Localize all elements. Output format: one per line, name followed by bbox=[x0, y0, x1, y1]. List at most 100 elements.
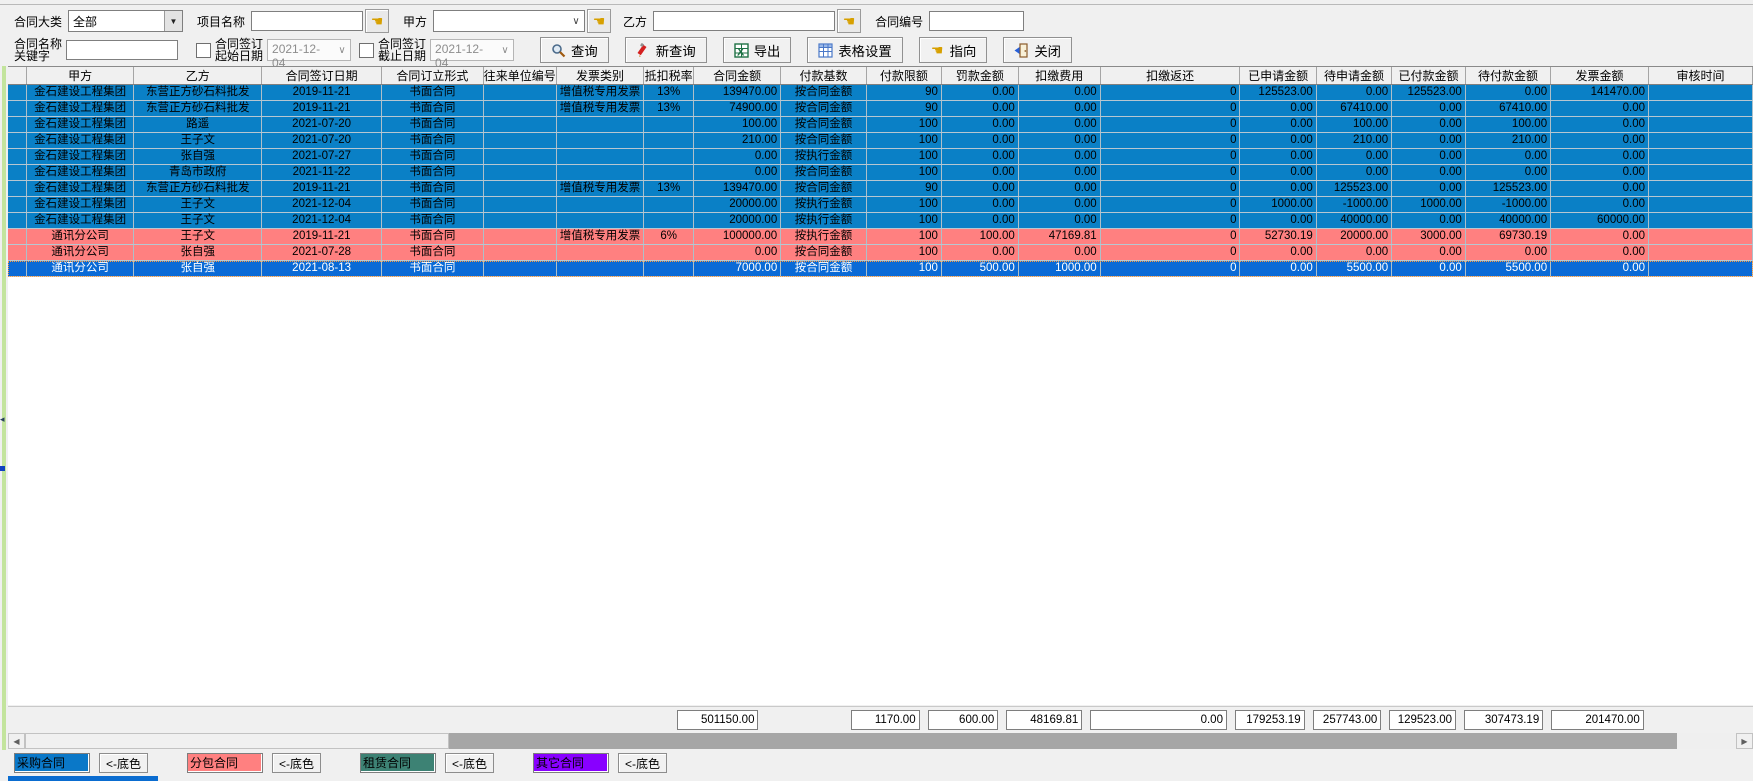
contract-category-dropdown[interactable]: 全部 ▼ bbox=[68, 10, 183, 32]
cell: 60000.00 bbox=[1551, 213, 1649, 229]
column-header[interactable]: 往来单位编号 bbox=[483, 67, 556, 85]
keyword-input[interactable] bbox=[66, 40, 178, 60]
cell: 2021-07-20 bbox=[262, 133, 382, 149]
cell bbox=[556, 117, 644, 133]
scrollbar-thumb[interactable] bbox=[25, 733, 449, 749]
scrollbar-track[interactable] bbox=[449, 733, 1677, 749]
cell: 210.00 bbox=[694, 133, 781, 149]
contract-no-label: 合同编号 bbox=[875, 13, 923, 30]
splitter-collapse-arrow-icon[interactable]: ◂ bbox=[0, 414, 5, 425]
cell: 5500.00 bbox=[1465, 261, 1550, 277]
export-button[interactable]: X 导出 bbox=[723, 37, 792, 63]
cell: 0.00 bbox=[1316, 149, 1391, 165]
table-row[interactable]: 金石建设工程集团王子文2021-07-20书面合同210.00按合同金额1000… bbox=[8, 133, 1753, 149]
cell bbox=[644, 245, 694, 261]
legend-swatch: 租赁合同 bbox=[360, 753, 436, 773]
column-header[interactable]: 扣缴费用 bbox=[1018, 67, 1100, 85]
column-header[interactable]: 待申请金额 bbox=[1316, 67, 1391, 85]
cell: 0.00 bbox=[1392, 149, 1466, 165]
cell: 100 bbox=[866, 261, 941, 277]
cell bbox=[1649, 245, 1753, 261]
column-header[interactable]: 合同金额 bbox=[694, 67, 781, 85]
table-row[interactable]: 金石建设工程集团王子文2021-12-04书面合同20000.00按执行金额10… bbox=[8, 197, 1753, 213]
taskbar-fragment bbox=[8, 776, 158, 781]
end-date-combobox[interactable]: 2021-12-04 ∨ bbox=[430, 39, 514, 61]
column-header[interactable]: 发票类别 bbox=[556, 67, 644, 85]
total-box: 0.00 bbox=[1090, 710, 1227, 730]
party-b-input[interactable] bbox=[653, 11, 835, 31]
left-splitter-bar[interactable] bbox=[2, 66, 6, 750]
column-header[interactable]: 付款基数 bbox=[781, 67, 867, 85]
table-row[interactable]: 通讯分公司张自强2021-08-13书面合同7000.00按合同金额100500… bbox=[8, 261, 1753, 277]
query-button[interactable]: 查询 bbox=[540, 37, 609, 63]
scrollbar-track-end[interactable] bbox=[1677, 733, 1736, 749]
column-header[interactable]: 发票金额 bbox=[1551, 67, 1649, 85]
chevron-down-icon[interactable]: ∨ bbox=[334, 40, 350, 60]
table-row[interactable]: 金石建设工程集团东营正方砂石料批发2019-11-21书面合同增值税专用发票13… bbox=[8, 101, 1753, 117]
column-header[interactable]: 付款限额 bbox=[866, 67, 941, 85]
totals-cell bbox=[255, 707, 374, 731]
column-header[interactable]: 已申请金额 bbox=[1240, 67, 1316, 85]
column-header[interactable]: 合同签订日期 bbox=[262, 67, 382, 85]
cell: 0.00 bbox=[1551, 165, 1649, 181]
table-row[interactable]: 通讯分公司张自强2021-07-28书面合同0.00按合同金额1000.000.… bbox=[8, 245, 1753, 261]
cell: 125523.00 bbox=[1316, 181, 1391, 197]
column-header[interactable]: 扣缴返还 bbox=[1100, 67, 1240, 85]
cell: 0.00 bbox=[941, 245, 1018, 261]
end-date-checkbox[interactable] bbox=[359, 43, 374, 58]
column-header[interactable]: 待付款金额 bbox=[1465, 67, 1550, 85]
cell: 按合同金额 bbox=[781, 101, 867, 117]
cell: 书面合同 bbox=[381, 181, 483, 197]
party-a-picker-hand-icon[interactable]: ☚ bbox=[587, 9, 611, 33]
start-date-combobox[interactable]: 2021-12-04 ∨ bbox=[267, 39, 351, 61]
column-header[interactable]: 审核时间 bbox=[1649, 67, 1753, 85]
column-header[interactable]: 罚款金额 bbox=[941, 67, 1018, 85]
cell: 52730.19 bbox=[1240, 229, 1316, 245]
cell: 13% bbox=[644, 181, 694, 197]
chevron-down-icon[interactable]: ∨ bbox=[568, 11, 584, 31]
table-row[interactable]: 金石建设工程集团张自强2021-07-27书面合同0.00按执行金额1000.0… bbox=[8, 149, 1753, 165]
project-picker-hand-icon[interactable]: ☚ bbox=[365, 9, 389, 33]
horizontal-scrollbar[interactable]: ◀ ▶ bbox=[8, 733, 1753, 749]
set-base-color-button[interactable]: <-底色 bbox=[272, 753, 321, 773]
cell: 100 bbox=[866, 229, 941, 245]
cell bbox=[556, 133, 644, 149]
column-header[interactable]: 抵扣税率 bbox=[644, 67, 694, 85]
column-header[interactable]: 乙方 bbox=[134, 67, 262, 85]
set-base-color-button[interactable]: <-底色 bbox=[99, 753, 148, 773]
row-indicator-cell bbox=[8, 213, 27, 229]
cell bbox=[483, 133, 556, 149]
chevron-down-icon[interactable]: ∨ bbox=[497, 40, 513, 60]
cell: 100 bbox=[866, 133, 941, 149]
column-header[interactable]: 已付款金额 bbox=[1392, 67, 1466, 85]
cell: 90 bbox=[866, 181, 941, 197]
dropdown-arrow-icon[interactable]: ▼ bbox=[164, 11, 182, 31]
row-indicator-cell bbox=[8, 245, 27, 261]
table-row[interactable]: 通讯分公司王子文2019-11-21书面合同增值税专用发票6%100000.00… bbox=[8, 229, 1753, 245]
cell: 按执行金额 bbox=[781, 149, 867, 165]
set-base-color-button[interactable]: <-底色 bbox=[618, 753, 667, 773]
party-b-picker-hand-icon[interactable]: ☚ bbox=[837, 9, 861, 33]
start-date-checkbox[interactable] bbox=[196, 43, 211, 58]
contract-no-input[interactable] bbox=[929, 11, 1024, 31]
table-row[interactable]: 金石建设工程集团青岛市政府2021-11-22书面合同0.00按合同金额1000… bbox=[8, 165, 1753, 181]
table-settings-button[interactable]: 表格设置 bbox=[807, 37, 902, 63]
point-button[interactable]: ☚ 指向 bbox=[919, 37, 988, 63]
cell: 141470.00 bbox=[1551, 85, 1649, 101]
cell: 按执行金额 bbox=[781, 197, 867, 213]
scroll-right-arrow-icon[interactable]: ▶ bbox=[1736, 733, 1753, 749]
party-a-combobox[interactable]: ∨ bbox=[433, 10, 585, 32]
project-name-input[interactable] bbox=[251, 11, 363, 31]
column-header[interactable]: 合同订立形式 bbox=[381, 67, 483, 85]
table-row[interactable]: 金石建设工程集团路遥2021-07-20书面合同100.00按合同金额1000.… bbox=[8, 117, 1753, 133]
close-button[interactable]: 关闭 bbox=[1003, 37, 1072, 63]
cell bbox=[556, 149, 644, 165]
scroll-left-arrow-icon[interactable]: ◀ bbox=[8, 733, 25, 749]
table-row[interactable]: 金石建设工程集团东营正方砂石料批发2019-11-21书面合同增值税专用发票13… bbox=[8, 181, 1753, 197]
set-base-color-button[interactable]: <-底色 bbox=[445, 753, 494, 773]
column-header[interactable]: 甲方 bbox=[27, 67, 134, 85]
cell: 0.00 bbox=[1240, 149, 1316, 165]
new-query-button[interactable]: 新查询 bbox=[625, 37, 707, 63]
table-row[interactable]: 金石建设工程集团王子文2021-12-04书面合同20000.00按执行金额10… bbox=[8, 213, 1753, 229]
table-row[interactable]: 金石建设工程集团东营正方砂石料批发2019-11-21书面合同增值税专用发票13… bbox=[8, 85, 1753, 101]
